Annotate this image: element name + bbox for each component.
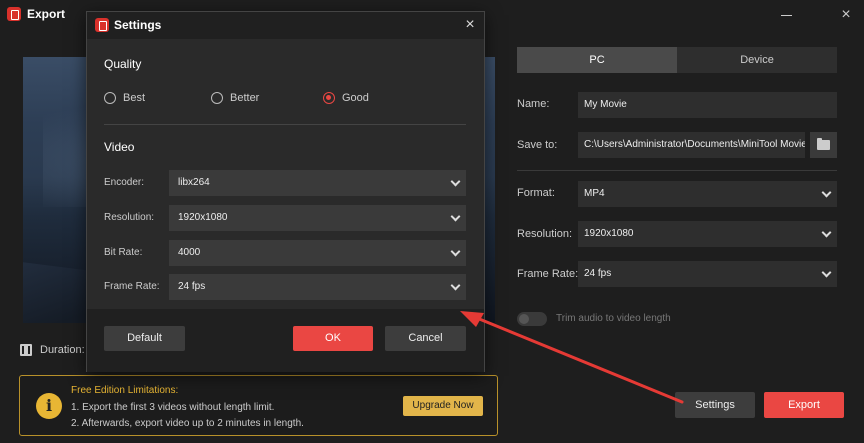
saveto-input[interactable]: C:\Users\Administrator\Documents\MiniToo… xyxy=(578,132,805,158)
folder-icon xyxy=(817,138,830,150)
radio-label: Best xyxy=(123,92,146,104)
dialog-framerate-label: Frame Rate: xyxy=(104,281,160,292)
chevron-down-icon xyxy=(821,267,832,278)
trim-audio-toggle[interactable] xyxy=(517,312,547,326)
quality-radio-group: Best Better Good xyxy=(104,92,464,108)
panel-divider xyxy=(517,170,837,171)
window-title: Export xyxy=(27,7,66,21)
duration-row: Duration: xyxy=(20,344,85,356)
ok-button[interactable]: OK xyxy=(293,326,373,351)
browse-folder-button[interactable] xyxy=(810,132,837,158)
format-value: MP4 xyxy=(584,188,605,199)
radio-circle xyxy=(211,92,223,104)
chevron-down-icon xyxy=(450,280,461,291)
saveto-label: Save to: xyxy=(517,139,558,151)
free-edition-limitations: i Free Edition Limitations: 1. Export th… xyxy=(19,375,498,436)
radio-circle xyxy=(104,92,116,104)
bitrate-select[interactable]: 4000 xyxy=(169,240,466,266)
cancel-button[interactable]: Cancel xyxy=(385,326,466,351)
resolution-label: Resolution: xyxy=(517,228,573,240)
app-logo-icon xyxy=(7,7,21,21)
name-label: Name: xyxy=(517,98,550,110)
chevron-down-icon xyxy=(450,176,461,187)
radio-label: Better xyxy=(230,92,260,104)
default-button[interactable]: Default xyxy=(104,326,185,351)
quality-better-radio[interactable]: Better xyxy=(211,92,259,104)
video-title: Video xyxy=(104,140,135,154)
app-logo-icon xyxy=(95,18,109,32)
radio-label: Good xyxy=(342,92,369,104)
dialog-resolution-value: 1920x1080 xyxy=(178,212,228,223)
chevron-down-icon xyxy=(821,187,832,198)
framerate-select[interactable]: 24 fps xyxy=(578,261,837,287)
tab-device[interactable]: Device xyxy=(677,47,837,73)
encoder-label: Encoder: xyxy=(104,177,145,188)
encoder-select[interactable]: libx264 xyxy=(169,170,466,196)
format-label: Format: xyxy=(517,187,555,199)
trim-audio-label: Trim audio to video length xyxy=(556,313,671,324)
limits-title: Free Edition Limitations: xyxy=(71,385,179,396)
close-icon[interactable]: × xyxy=(835,4,857,26)
limits-line-2: 2. Afterwards, export video up to 2 minu… xyxy=(71,418,304,429)
settings-button[interactable]: Settings xyxy=(675,392,755,418)
duration-label: Duration: xyxy=(40,344,85,356)
tab-pc[interactable]: PC xyxy=(517,47,677,73)
dialog-title: Settings xyxy=(114,18,162,32)
quality-best-radio[interactable]: Best xyxy=(104,92,145,104)
dialog-resolution-select[interactable]: 1920x1080 xyxy=(169,205,466,231)
limits-line-1: 1. Export the first 3 videos without len… xyxy=(71,402,275,413)
minimize-icon[interactable] xyxy=(777,5,797,25)
dialog-framerate-value: 24 fps xyxy=(178,281,206,292)
framerate-label: Frame Rate: xyxy=(517,268,579,280)
quality-title: Quality xyxy=(104,57,142,71)
resolution-value: 1920x1080 xyxy=(584,228,634,239)
bitrate-value: 4000 xyxy=(178,247,201,258)
radio-circle-selected xyxy=(323,92,335,104)
quality-good-radio[interactable]: Good xyxy=(323,92,369,104)
name-input[interactable]: My Movie xyxy=(578,92,837,118)
dialog-framerate-select[interactable]: 24 fps xyxy=(169,274,466,300)
framerate-value: 24 fps xyxy=(584,268,612,279)
film-icon xyxy=(20,344,32,356)
resolution-select[interactable]: 1920x1080 xyxy=(578,221,837,247)
dialog-titlebar: Settings × xyxy=(87,12,484,39)
chevron-down-icon xyxy=(450,211,461,222)
chevron-down-icon xyxy=(821,227,832,238)
format-select[interactable]: MP4 xyxy=(578,181,837,207)
export-button[interactable]: Export xyxy=(764,392,844,418)
bitrate-label: Bit Rate: xyxy=(104,247,143,258)
info-icon: i xyxy=(36,393,62,419)
dialog-divider xyxy=(104,124,466,125)
upgrade-now-button[interactable]: Upgrade Now xyxy=(403,396,483,416)
settings-dialog: Settings × Quality Best Better Good Vide… xyxy=(86,11,485,372)
encoder-value: libx264 xyxy=(178,177,210,188)
dialog-footer: Default OK Cancel xyxy=(87,309,484,372)
dialog-resolution-label: Resolution: xyxy=(104,212,155,223)
chevron-down-icon xyxy=(450,246,461,257)
close-icon[interactable]: × xyxy=(459,14,481,36)
output-tabs: PC Device xyxy=(517,47,837,73)
